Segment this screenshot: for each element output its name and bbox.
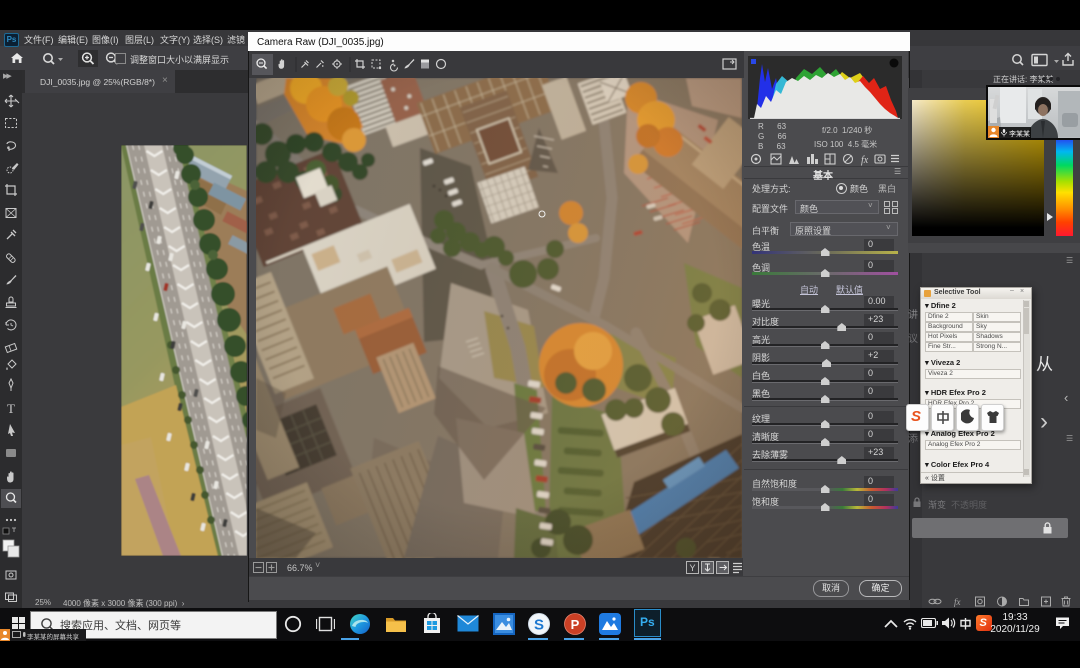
svg-text:T: T xyxy=(7,401,15,416)
svg-text:Y: Y xyxy=(689,563,695,573)
svg-text:fx: fx xyxy=(861,155,869,166)
svg-text:fx: fx xyxy=(954,597,961,607)
svg-text:P: P xyxy=(571,617,580,632)
svg-text:S: S xyxy=(534,617,544,634)
